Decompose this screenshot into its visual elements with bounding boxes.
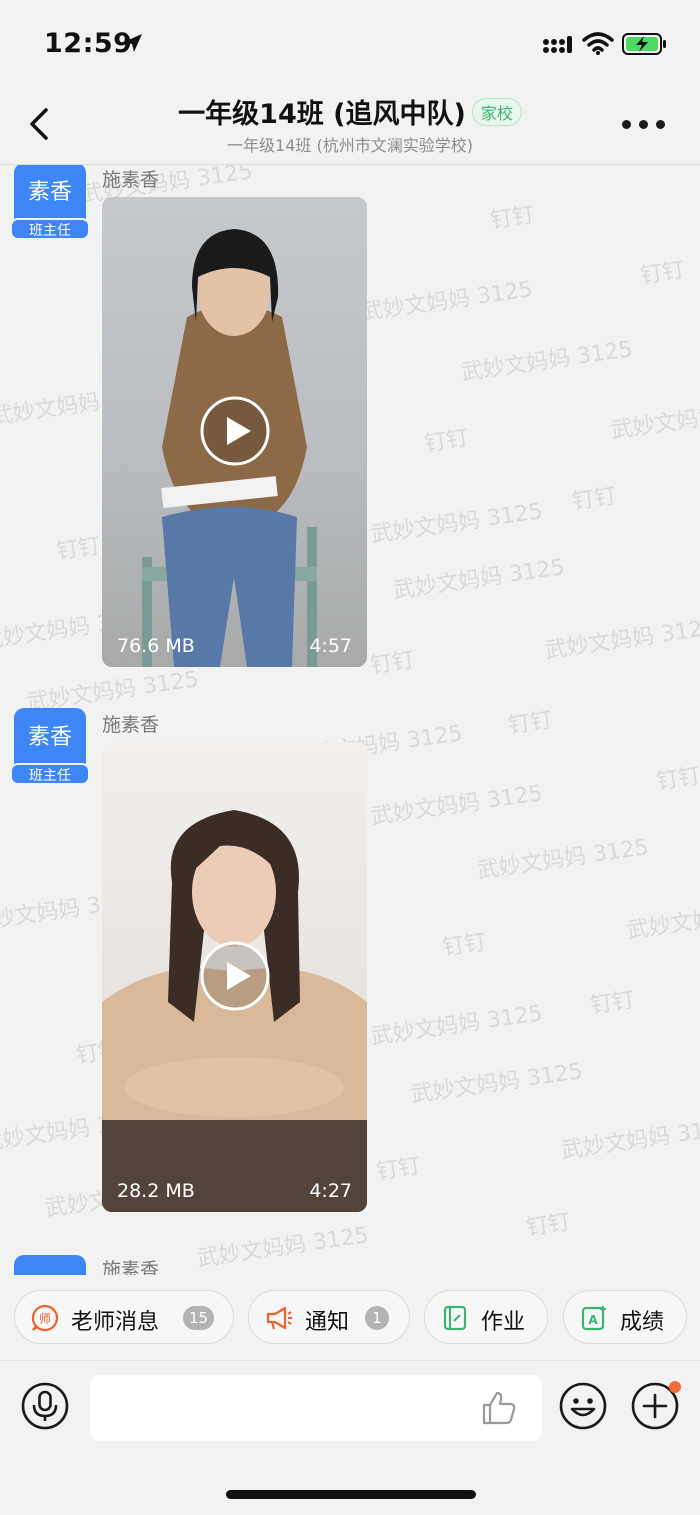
watermark: 钉钉 [588,988,636,1019]
video-size: 76.6 MB [117,635,195,657]
quick-action-label: 通知 [305,1310,350,1335]
thumbs-up-icon[interactable] [480,1389,518,1427]
avatar-text: 素香 [27,725,72,750]
play-icon[interactable] [200,941,270,1011]
avatar-text: 素香 [27,180,72,205]
teacher-message-button[interactable]: 师 老师消息 15 [14,1290,234,1344]
quick-actions-bar: 师 老师消息 15 通知 1 作业 A 成绩 [0,1276,700,1360]
watermark: 钉钉 [422,426,470,457]
message-input[interactable] [90,1375,542,1441]
microphone-icon[interactable] [20,1381,70,1431]
count-badge: 15 [183,1306,215,1330]
watermark: 武妙文妈妈 3125 [625,895,700,944]
home-school-tag: 家校 [471,97,522,126]
watermark: 武妙文妈妈 3125 [475,835,651,884]
status-bar: 12:59 [0,0,700,88]
home-indicator[interactable] [226,1490,476,1499]
video-size: 28.2 MB [117,1180,195,1202]
chat-header: 一年级14班 (追风中队) 家校 一年级14班 (杭州市文澜实验学校) [0,88,700,165]
sender-name: 施素香 [102,714,160,736]
watermark: 钉钉 [368,648,416,679]
page-subtitle: 一年级14班 (杭州市文澜实验学校) [227,136,473,155]
quick-action-label: 成绩 [620,1310,665,1335]
location-arrow-icon [124,34,142,52]
watermark: 武妙文妈妈 3125 [543,615,700,664]
count-badge: 1 [365,1306,389,1330]
quick-action-label: 作业 [481,1310,526,1335]
notice-button[interactable]: 通知 1 [248,1290,410,1344]
role-badge: 班主任 [10,763,90,785]
watermark: 武妙文妈妈 3125 [369,499,545,548]
video-message[interactable]: 76.6 MB 4:57 [102,197,367,667]
sender-name: 施素香 [102,1259,160,1275]
megaphone-icon [266,1306,292,1330]
grades-button[interactable]: A 成绩 [563,1290,687,1344]
chat-message-list[interactable]: 武妙文妈妈 3125 钉钉 钉钉 武妙文妈妈 3125 武妙文妈妈 3125 武… [0,165,700,1275]
battery-charging-icon [622,33,666,55]
watermark: 钉钉 [570,484,618,515]
cellular-signal-icon [543,36,572,53]
more-dot-icon [639,120,648,129]
role-badge: 班主任 [10,218,90,240]
video-message[interactable]: 28.2 MB 4:27 [102,742,367,1212]
grade-icon: A [581,1306,606,1331]
watermark: 钉钉 [374,1154,422,1185]
more-dot-icon [656,120,665,129]
play-icon[interactable] [200,396,270,466]
more-options-button[interactable] [622,120,666,130]
watermark: 武妙文妈妈 3125 [459,337,635,386]
watermark: 武妙文妈妈 3125 [609,395,700,444]
watermark: 钉钉 [524,1210,572,1241]
watermark: 武妙文妈妈 3125 [409,1059,585,1108]
emoji-icon[interactable] [558,1381,608,1431]
watermark: 钉钉 [54,534,102,565]
watermark: 钉钉 [506,708,554,739]
watermark: 钉钉 [488,203,536,234]
watermark: 武妙文妈妈 3125 [195,1223,371,1272]
svg-text:A: A [588,1313,598,1327]
svg-text:师: 师 [39,1312,51,1326]
homework-button[interactable]: 作业 [424,1290,548,1344]
wifi-icon [582,32,614,55]
status-time: 12:59 [44,28,133,59]
watermark: 钉钉 [440,930,488,961]
homework-book-icon [443,1305,467,1331]
title-row: 一年级14班 (追风中队) 家校 [0,92,700,131]
watermark: 武妙文妈妈 3125 [559,1115,700,1164]
sender-name: 施素香 [102,169,160,191]
notification-dot [669,1381,681,1393]
avatar[interactable] [14,1255,86,1275]
video-duration: 4:27 [309,1180,352,1202]
watermark: 钉钉 [638,258,686,289]
watermark: 钉钉 [654,764,700,795]
watermark: 武妙文妈妈 3125 [359,277,535,326]
page-title[interactable]: 一年级14班 (追风中队) [178,99,466,130]
watermark: 武妙文妈妈 3125 [369,781,545,830]
watermark: 武妙文妈妈 3125 [369,1001,545,1050]
teacher-message-icon: 师 [31,1304,59,1332]
watermark: 武妙文妈妈 3125 [391,555,567,604]
video-duration: 4:57 [309,635,352,657]
more-dot-icon [622,120,631,129]
quick-action-label: 老师消息 [71,1310,160,1335]
